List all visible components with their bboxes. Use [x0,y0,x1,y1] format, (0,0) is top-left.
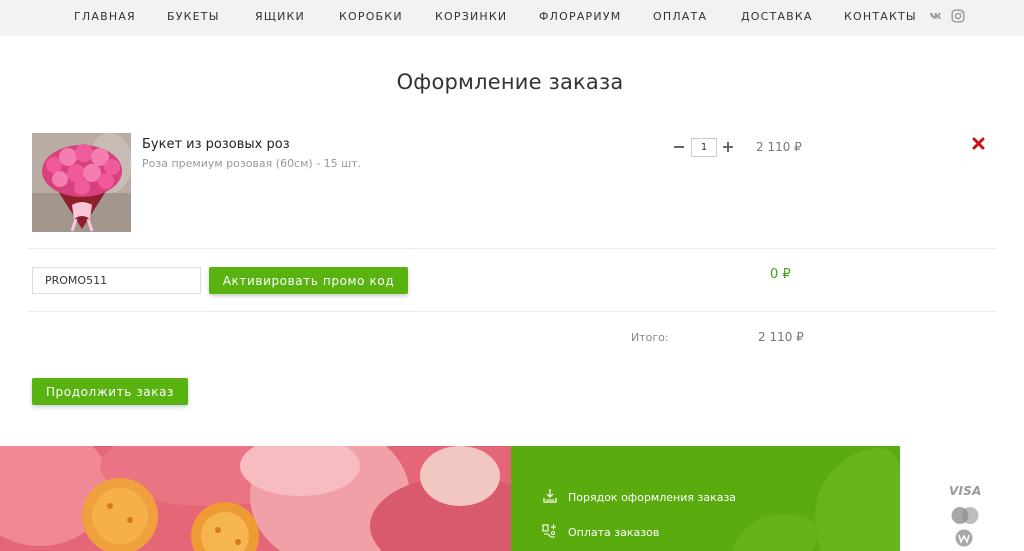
mastercard-icon [950,506,980,525]
footer-info-panel: Порядок оформления заказа Оплата заказов [511,446,900,551]
nav-item-delivery[interactable]: ДОСТАВКА [741,10,813,23]
total-label: Итого: [631,331,669,344]
item-price: 2 110 ₽ [756,140,802,154]
product-description: Роза премиум розовая (60см) - 15 шт. [142,157,362,170]
footer-flowers-image [0,446,511,551]
nav-item-boxes-wood[interactable]: ЯЩИКИ [255,10,305,23]
instagram-icon[interactable] [951,9,965,23]
nav-item-payment[interactable]: ОПЛАТА [653,10,707,23]
top-navigation: ГЛАВНАЯ БУКЕТЫ ЯЩИКИ КОРОБКИ КОРЗИНКИ ФЛ… [0,0,1024,36]
remove-item-icon[interactable] [972,137,985,150]
quantity-input[interactable] [691,138,717,157]
activate-promo-button[interactable]: Активировать промо код [209,267,408,294]
divider [28,248,996,249]
download-tray-icon [542,488,558,504]
visa-logo: VISA [949,484,982,498]
total-value: 2 110 ₽ [758,330,804,344]
quantity-increase-button[interactable] [722,139,734,155]
nav-item-home[interactable]: ГЛАВНАЯ [74,10,136,23]
nav-item-bouquets[interactable]: БУКЕТЫ [167,10,220,23]
nav-item-contacts[interactable]: КОНТАКТЫ [844,10,917,23]
continue-order-button[interactable]: Продолжить заказ [32,378,188,405]
payment-hand-icon [542,523,558,539]
product-image[interactable] [32,133,131,232]
page-title: Оформление заказа [396,70,624,94]
promo-code-input[interactable] [32,267,201,294]
product-name[interactable]: Букет из розовых роз [142,137,290,152]
nav-item-florarium[interactable]: ФЛОРАРИУМ [539,10,621,23]
nav-item-baskets[interactable]: КОРЗИНКИ [435,10,507,23]
quantity-decrease-button[interactable] [673,139,685,155]
webmoney-icon [955,529,973,547]
divider [28,311,996,312]
discount-value: 0 ₽ [770,267,791,282]
nav-item-boxes[interactable]: КОРОБКИ [339,10,403,23]
footer-link-order-process[interactable]: Порядок оформления заказа [568,491,736,504]
vk-icon[interactable] [929,9,943,23]
footer-link-order-payment[interactable]: Оплата заказов [568,526,659,539]
